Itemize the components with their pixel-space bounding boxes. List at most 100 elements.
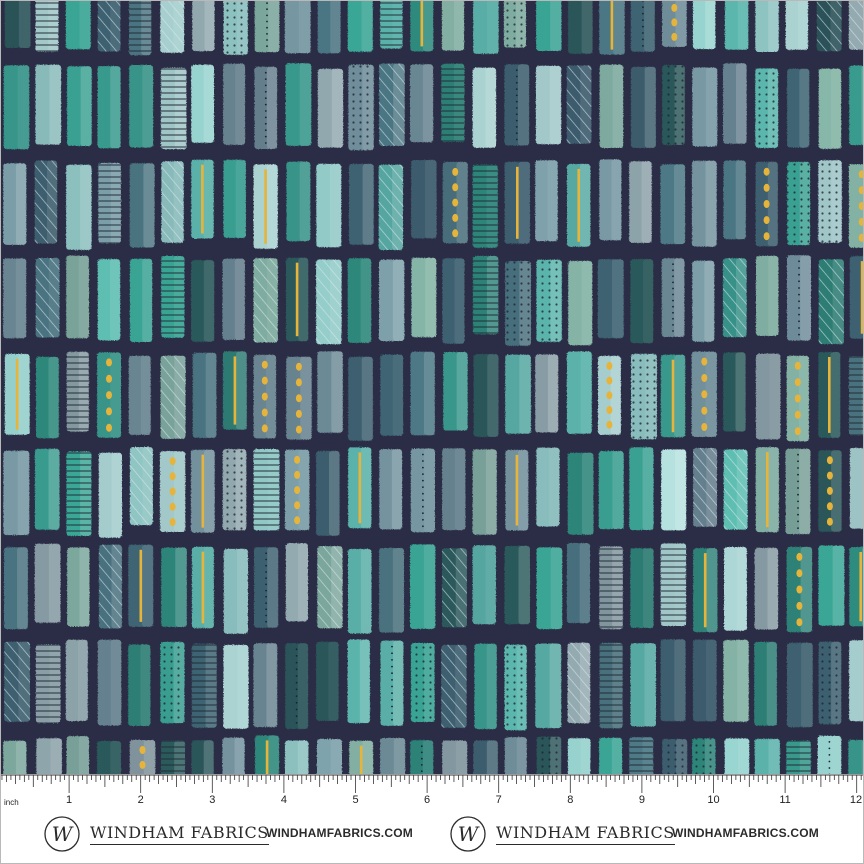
watercolor-highlight <box>487 354 499 437</box>
horizontal-stripe-pattern <box>98 162 121 244</box>
brand-name: WINDHAM FABRICS <box>90 823 269 842</box>
dotted-line-accent <box>798 260 800 263</box>
watercolor-highlight <box>361 0 373 52</box>
dotted-line-accent <box>642 38 644 41</box>
gold-dot-accent <box>106 391 112 400</box>
dotted-line-accent <box>264 84 267 87</box>
dotted-line-accent <box>422 486 424 488</box>
watercolor-highlight <box>800 255 811 341</box>
watercolor-highlight <box>298 257 309 342</box>
watercolor-highlight <box>454 0 465 51</box>
horizontal-stripe-pattern <box>849 356 864 436</box>
gold-dot-accent <box>794 378 801 387</box>
dotted-line-accent <box>642 25 644 28</box>
dotted-line-accent <box>265 558 267 561</box>
gold-dot-accent <box>294 516 301 525</box>
dotted-line-accent <box>515 119 518 122</box>
polka-dot-pattern <box>662 65 685 145</box>
watercolor-highlight <box>268 735 280 774</box>
dotted-line-accent <box>828 767 831 769</box>
gold-line-accent <box>201 164 204 234</box>
dotted-line-accent <box>422 512 424 515</box>
ruler-number: 3 <box>209 794 216 806</box>
watercolor-highlight <box>424 448 435 533</box>
dotted-line-accent <box>391 672 393 675</box>
dotted-line-accent <box>828 741 831 743</box>
ruler-footer: inch 1 2 3 4 5 6 7 8 9 10 11 12 W WINDHAM FABRICS W… <box>0 774 864 864</box>
watercolor-highlight <box>235 63 246 145</box>
watercolor-highlight <box>550 547 563 630</box>
horizontal-stripe-pattern <box>599 642 623 729</box>
watercolor-highlight <box>518 449 529 531</box>
horizontal-stripe-pattern <box>161 256 185 338</box>
watercolor-highlight <box>267 547 279 628</box>
ruler-number: 12 <box>849 794 863 806</box>
gold-dot-accent <box>796 569 803 578</box>
windham-logo-icon: W <box>44 816 80 852</box>
ruler-number: 10 <box>707 794 720 806</box>
ruler-ticks <box>0 774 864 793</box>
watercolor-highlight <box>111 452 122 538</box>
watercolor-highlight <box>50 738 62 774</box>
watercolor-highlight <box>17 547 28 630</box>
horizontal-stripe-pattern <box>129 0 152 56</box>
dotted-line-accent <box>515 100 518 103</box>
watercolor-highlight <box>830 352 841 438</box>
dotted-line-accent <box>295 661 298 664</box>
polka-dot-pattern <box>536 259 562 342</box>
gold-line-accent <box>264 169 267 244</box>
svg-text:W: W <box>52 822 74 846</box>
dotted-line-accent <box>295 681 298 684</box>
horizontal-stripe-pattern <box>472 164 498 248</box>
watercolor-highlight <box>423 544 436 629</box>
watercolor-highlight <box>48 356 59 439</box>
gold-dot-accent <box>452 198 459 207</box>
dotted-line-accent <box>422 460 424 462</box>
watercolor-highlight <box>330 739 342 774</box>
dotted-line-accent <box>295 648 298 651</box>
watercolor-highlight <box>799 68 810 148</box>
watercolor-highlight <box>79 0 91 50</box>
diagonal-hatch-pattern <box>4 641 30 722</box>
dotted-line-accent <box>797 460 799 463</box>
gold-dot-accent <box>796 552 803 561</box>
gold-line-accent <box>610 0 614 50</box>
dotted-line-accent <box>265 620 267 623</box>
watercolor-highlight <box>422 64 434 143</box>
dotted-line-accent <box>420 764 423 766</box>
diagonal-hatch-pattern <box>816 0 842 52</box>
watercolor-highlight <box>832 545 845 626</box>
horizontal-stripe-pattern <box>66 451 92 536</box>
watercolor-highlight <box>204 0 215 52</box>
gold-dot-accent <box>794 410 801 419</box>
watercolor-highlight <box>48 543 61 623</box>
watercolor-highlight <box>143 163 155 248</box>
diagonal-hatch-pattern <box>693 448 717 527</box>
gold-dot-accent <box>701 423 708 431</box>
watercolor-highlight <box>203 260 215 342</box>
ruler-number: 7 <box>495 794 502 806</box>
dotted-line-accent <box>266 33 268 35</box>
gold-dot-accent <box>796 618 803 627</box>
watercolor-highlight <box>236 351 247 430</box>
polka-dot-pattern <box>631 353 657 440</box>
gold-dot-accent <box>763 216 770 225</box>
gold-line-accent <box>766 452 769 528</box>
gold-dot-accent <box>671 3 678 12</box>
gold-dot-accent <box>701 357 708 366</box>
gold-line-accent <box>703 553 707 628</box>
brand-lockup-1: W WINDHAM FABRICS <box>42 812 269 856</box>
watercolor-highlight <box>15 258 27 339</box>
polka-dot-pattern <box>223 0 248 55</box>
dotted-line-accent <box>265 583 267 586</box>
brand-underline <box>90 844 269 845</box>
dotted-line-accent <box>295 701 298 704</box>
dotted-line-accent <box>422 499 424 502</box>
watercolor-highlight <box>579 163 591 247</box>
watercolor-highlight <box>329 450 340 536</box>
dotted-line-accent <box>515 138 518 141</box>
watercolor-highlight <box>49 64 61 145</box>
gold-line-accent <box>359 745 363 774</box>
dotted-line-accent <box>672 275 674 278</box>
watercolor-highlight <box>362 163 374 245</box>
